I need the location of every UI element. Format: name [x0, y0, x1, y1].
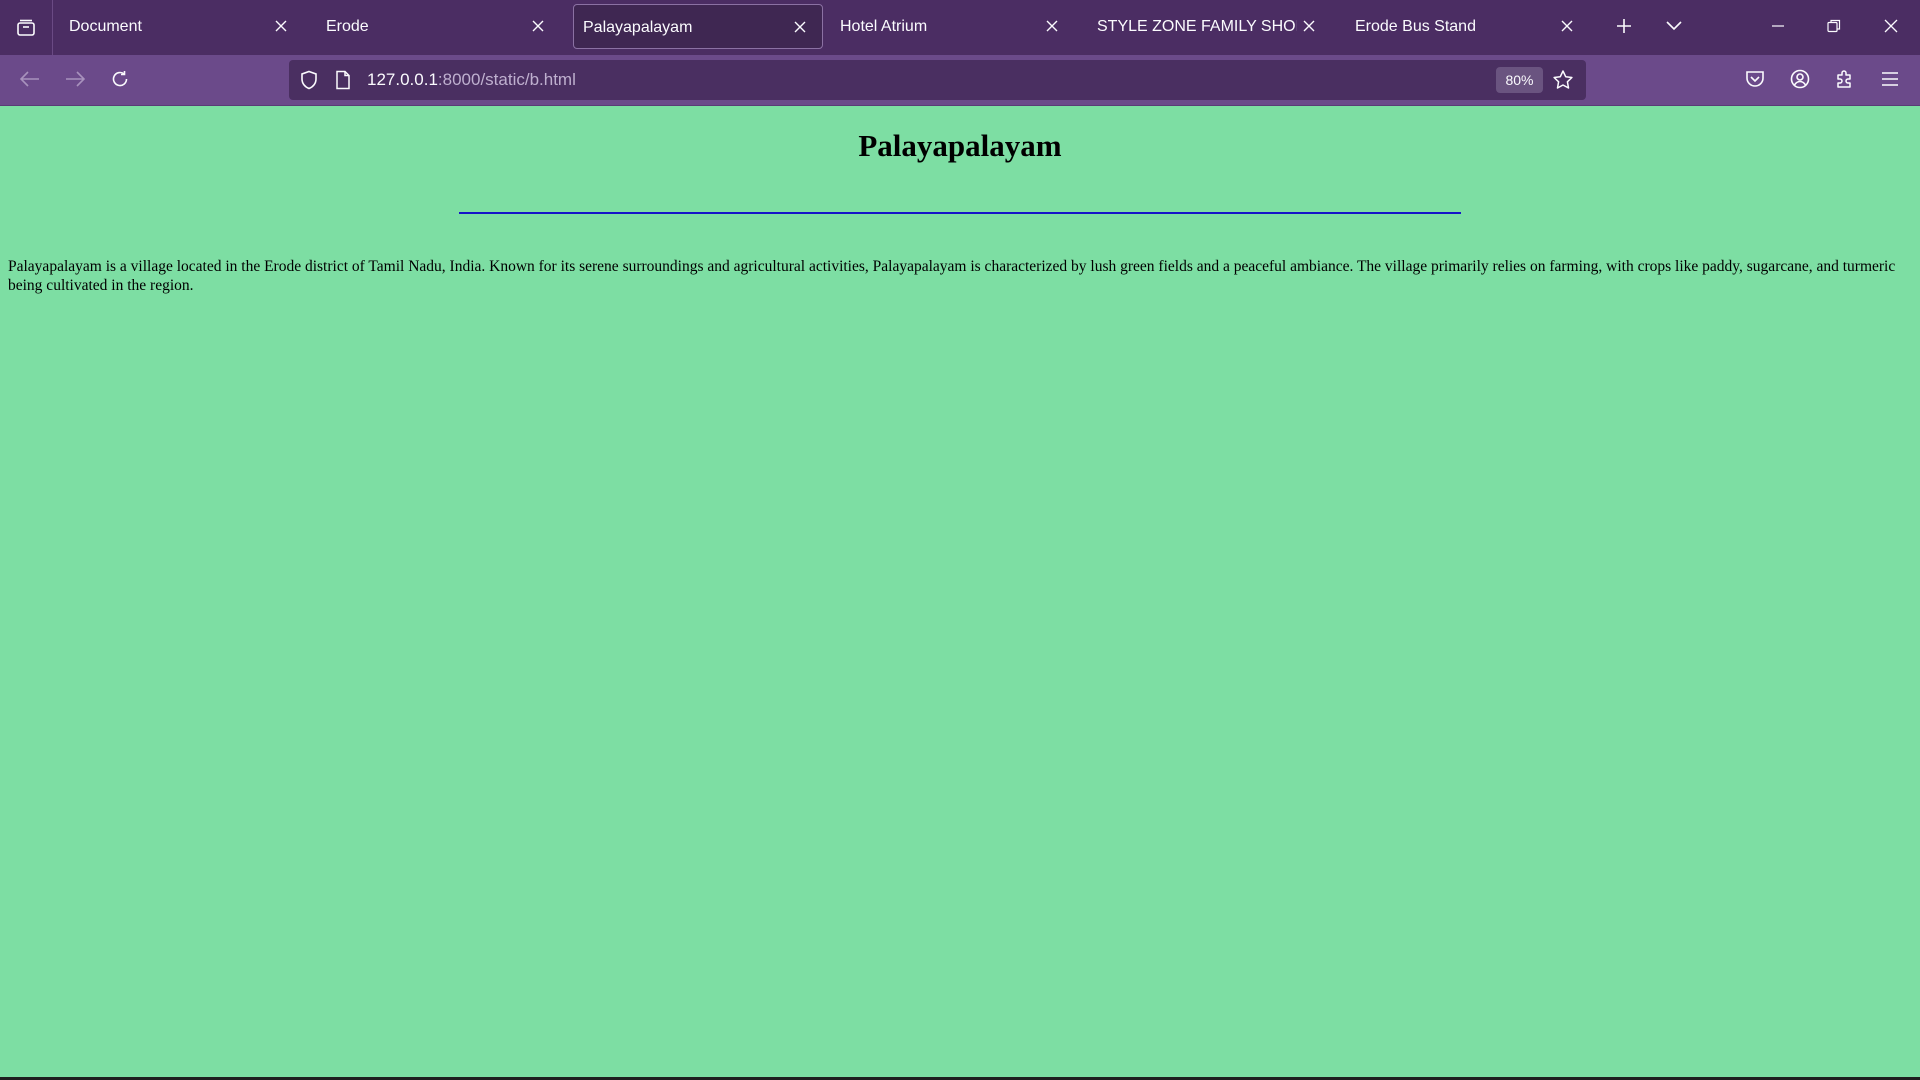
new-tab-button[interactable]	[1606, 8, 1642, 44]
account-icon	[1790, 69, 1810, 89]
tab-label: Hotel Atrium	[840, 18, 928, 35]
menu-icon	[1881, 71, 1899, 87]
tab-strip: Document Erode Palayapalayam Hotel Atriu…	[0, 0, 1920, 55]
forward-arrow-icon	[65, 71, 85, 87]
tab-erode[interactable]: Erode	[310, 4, 560, 49]
pocket-button[interactable]	[1737, 61, 1773, 97]
close-icon[interactable]	[1301, 18, 1317, 34]
navigation-toolbar: 127.0.0.1:8000/static/b.html 80%	[0, 55, 1920, 106]
reload-button[interactable]	[102, 61, 138, 97]
minimize-button[interactable]	[1760, 8, 1796, 44]
extensions-icon	[1835, 69, 1855, 89]
tab-list-button[interactable]	[0, 0, 53, 55]
tab-label: STYLE ZONE FAMILY SHOP	[1097, 18, 1297, 35]
minimize-icon	[1771, 19, 1785, 33]
zoom-level-badge[interactable]: 80%	[1496, 67, 1543, 93]
tab-label: Erode	[326, 18, 369, 35]
tab-list-icon	[16, 18, 36, 38]
back-button[interactable]	[12, 61, 48, 97]
tab-style-zone[interactable]: STYLE ZONE FAMILY SHOP	[1081, 4, 1331, 49]
back-arrow-icon	[20, 71, 40, 87]
url-bar[interactable]: 127.0.0.1:8000/static/b.html 80%	[289, 60, 1586, 100]
tab-erode-bus-stand[interactable]: Erode Bus Stand	[1339, 4, 1589, 49]
restore-icon	[1827, 19, 1841, 33]
menu-button[interactable]	[1872, 61, 1908, 97]
page-icon[interactable]	[335, 70, 351, 90]
tab-hotel-atrium[interactable]: Hotel Atrium	[824, 4, 1074, 49]
close-icon[interactable]	[792, 19, 808, 35]
chevron-down-icon	[1666, 21, 1682, 31]
window-close-button[interactable]	[1873, 8, 1909, 44]
tab-document[interactable]: Document	[53, 4, 303, 49]
tab-label: Document	[69, 18, 142, 35]
horizontal-rule	[459, 212, 1461, 214]
tab-label: Erode Bus Stand	[1355, 18, 1476, 35]
plus-icon	[1616, 18, 1632, 34]
window-close-icon	[1884, 19, 1898, 33]
close-icon[interactable]	[273, 18, 289, 34]
close-icon[interactable]	[1044, 18, 1060, 34]
close-icon[interactable]	[530, 18, 546, 34]
pocket-icon	[1745, 70, 1765, 88]
restore-button[interactable]	[1816, 8, 1852, 44]
forward-button[interactable]	[57, 61, 93, 97]
url-path: :8000/static/b.html	[437, 70, 576, 89]
tab-palayapalayam[interactable]: Palayapalayam	[573, 4, 823, 49]
close-icon[interactable]	[1559, 18, 1575, 34]
extensions-button[interactable]	[1827, 61, 1863, 97]
account-button[interactable]	[1782, 61, 1818, 97]
shield-icon[interactable]	[300, 70, 318, 90]
tab-label: Palayapalayam	[583, 19, 693, 36]
page-paragraph: Palayapalayam is a village located in th…	[8, 258, 1896, 294]
url-text[interactable]: 127.0.0.1:8000/static/b.html	[367, 60, 576, 100]
reload-icon	[111, 70, 129, 88]
url-host: 127.0.0.1	[367, 70, 438, 89]
star-icon[interactable]	[1552, 69, 1574, 91]
page-title: Palayapalayam	[858, 128, 1062, 163]
page-content: Palayapalayam Palayapalayam is a village…	[0, 106, 1920, 1078]
list-all-tabs-button[interactable]	[1656, 8, 1692, 44]
